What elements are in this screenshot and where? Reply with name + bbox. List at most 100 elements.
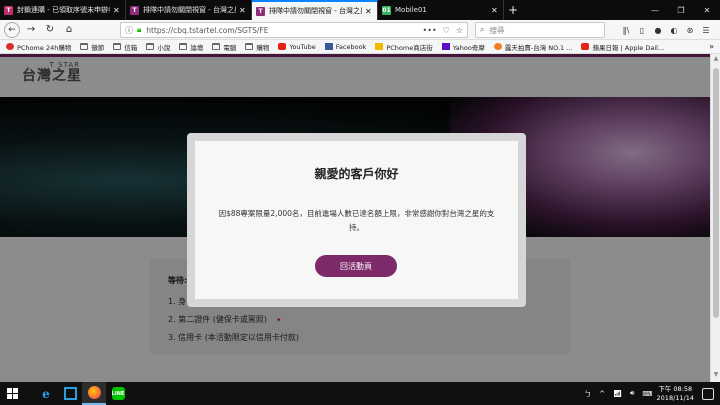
info-icon[interactable]: ⓘ bbox=[125, 25, 133, 36]
bookmark-label: Yahoo奇摩 bbox=[452, 43, 485, 52]
bookmark-item[interactable]: YouTube bbox=[278, 42, 316, 51]
new-tab-button[interactable]: + bbox=[504, 0, 522, 20]
bookmark-favicon-icon bbox=[375, 43, 384, 50]
bookmark-label: YouTube bbox=[289, 42, 316, 51]
search-icon: ⌕ bbox=[480, 25, 485, 34]
bookmark-label: 電腦 bbox=[223, 43, 237, 52]
back-to-event-button[interactable]: 回活動頁 bbox=[315, 255, 397, 277]
scrollbar-thumb[interactable] bbox=[713, 68, 719, 318]
search-placeholder: 搜尋 bbox=[489, 25, 505, 35]
url-text[interactable]: https://cbq.tstartel.com/SGTS/FE bbox=[146, 26, 416, 35]
bookmark-label: 露天拍賣-台灣 NO.1 ... bbox=[504, 43, 573, 52]
ime-indicator[interactable]: ㄅ bbox=[584, 389, 591, 399]
bookmark-item[interactable]: 蘋果日報 | Apple Dail... bbox=[581, 42, 664, 52]
bookmark-label: 購物 bbox=[256, 43, 270, 52]
tab-title: 排隊中請勿關閉視窗 - 台灣之星 bbox=[269, 7, 362, 15]
scroll-down-icon[interactable]: ▼ bbox=[711, 371, 720, 381]
tab-favicon-icon: T bbox=[4, 5, 13, 15]
folder-icon bbox=[80, 43, 89, 50]
tab-1[interactable]: T 封鎖連購 - 已領取序號未申辦者 ✕ bbox=[0, 0, 126, 20]
menu-icon[interactable]: ☰ bbox=[698, 26, 714, 35]
navigation-bar: ← → ↻ ⌂ ⓘ 🔒︎ https://cbq.tstartel.com/SG… bbox=[0, 20, 720, 40]
bookmark-label: 信箱 bbox=[124, 43, 138, 52]
library-icon[interactable]: ‖\ bbox=[618, 26, 634, 35]
tab-favicon-icon: 01 bbox=[382, 5, 391, 15]
firefox-icon[interactable] bbox=[82, 382, 106, 405]
bookmark-label: PChome 24h購物 bbox=[17, 43, 72, 52]
windows-taskbar: e LINE ㄅ ^ 📶︎ 🔊︎ ⌨︎ 下午 08:58 2018/11/14 bbox=[0, 382, 720, 405]
extension-icon[interactable]: ◐ bbox=[666, 26, 682, 35]
bookmark-label: PChome商店街 bbox=[386, 43, 433, 52]
modal-title: 親愛的客戶你好 bbox=[314, 167, 399, 181]
modal-message: 因$88專案限量2,000名，目前進場人數已達名額上限，非常感謝你對台灣之星的支… bbox=[218, 209, 495, 232]
lock-icon: 🔒︎ bbox=[137, 25, 142, 34]
minimize-icon[interactable]: — bbox=[642, 0, 668, 20]
bookmark-item[interactable]: 小說 bbox=[146, 42, 170, 52]
close-window-icon[interactable]: ✕ bbox=[694, 0, 720, 20]
close-icon[interactable]: ✕ bbox=[491, 6, 499, 15]
bookmark-favicon-icon bbox=[6, 43, 14, 50]
scrollbar[interactable]: ▲ ▼ bbox=[710, 54, 720, 382]
app-icon[interactable] bbox=[58, 382, 82, 405]
bookmark-favicon-icon bbox=[278, 43, 287, 50]
addon-icon[interactable]: ⊛ bbox=[682, 26, 698, 35]
tab-3-active[interactable]: T 排隊中請勿關閉視窗 - 台灣之星 ✕ bbox=[252, 0, 378, 20]
bookmark-item[interactable]: 論壇 bbox=[179, 42, 203, 52]
extension-icon[interactable]: ● bbox=[650, 26, 666, 35]
close-icon[interactable]: ✕ bbox=[239, 6, 247, 15]
bookmark-item[interactable]: PChome 24h購物 bbox=[6, 42, 71, 52]
window-controls: — ❐ ✕ bbox=[642, 0, 720, 20]
scroll-up-icon[interactable]: ▲ bbox=[711, 55, 720, 65]
bookmark-label: 黴節 bbox=[91, 43, 105, 52]
volume-icon[interactable]: 🔊︎ bbox=[630, 389, 634, 398]
input-method-icon[interactable]: ⌨︎ bbox=[642, 390, 652, 398]
bookmark-label: 蘋果日報 | Apple Dail... bbox=[592, 43, 665, 52]
bookmark-item[interactable]: 購物 bbox=[245, 42, 269, 52]
toolbar-icons: ‖\ ▯ ● ◐ ⊛ ☰ bbox=[618, 22, 714, 38]
back-icon[interactable]: ← bbox=[4, 21, 20, 38]
bookmark-item[interactable]: Yahoo奇摩 bbox=[441, 42, 485, 52]
line-icon[interactable]: LINE bbox=[106, 382, 130, 405]
clock-time: 下午 08:58 bbox=[658, 384, 693, 393]
url-bar[interactable]: ⓘ 🔒︎ https://cbq.tstartel.com/SGTS/FE ••… bbox=[120, 22, 468, 38]
search-box[interactable]: ⌕ 搜尋 bbox=[475, 22, 605, 38]
sidebar-icon[interactable]: ▯ bbox=[634, 26, 650, 35]
folder-icon bbox=[146, 43, 155, 50]
modal-body: 親愛的客戶你好 因$88專案限量2,000名，目前進場人數已達名額上限，非常感謝… bbox=[195, 141, 518, 299]
folder-icon bbox=[245, 43, 254, 50]
bookmark-item[interactable]: 電腦 bbox=[212, 42, 236, 52]
bookmark-item[interactable]: 露天拍賣-台灣 NO.1 ... bbox=[493, 42, 573, 52]
notification-icon[interactable] bbox=[702, 387, 714, 400]
tab-4[interactable]: 01 Mobile01 ✕ bbox=[378, 0, 504, 20]
bookmark-favicon-icon bbox=[493, 43, 502, 50]
clock-date: 2018/11/14 bbox=[656, 393, 694, 402]
start-button[interactable] bbox=[0, 382, 24, 405]
network-icon[interactable]: 📶︎ bbox=[613, 390, 622, 398]
bookmark-item[interactable]: 黴節 bbox=[80, 42, 104, 52]
bookmark-item[interactable]: Facebook bbox=[324, 43, 366, 51]
pocket-icon[interactable]: ♡ bbox=[443, 26, 450, 35]
system-tray: ㄅ ^ 📶︎ 🔊︎ ⌨︎ 下午 08:58 2018/11/14 bbox=[580, 382, 720, 405]
maximize-icon[interactable]: ❐ bbox=[668, 0, 694, 20]
more-bookmarks-icon[interactable]: » bbox=[709, 42, 714, 51]
internet-explorer-icon[interactable]: e bbox=[34, 382, 58, 405]
clock[interactable]: 下午 08:58 2018/11/14 bbox=[657, 385, 694, 403]
tab-title: 封鎖連購 - 已領取序號未申辦者 bbox=[17, 6, 110, 14]
bookmark-star-icon[interactable]: ☆ bbox=[456, 26, 463, 35]
folder-icon bbox=[113, 43, 122, 50]
folder-icon bbox=[179, 43, 188, 50]
bookmark-item[interactable]: PChome商店街 bbox=[375, 42, 433, 52]
close-icon[interactable]: ✕ bbox=[113, 6, 121, 15]
tab-2[interactable]: T 排隊中請勿關閉視窗 - 台灣之星 ✕ bbox=[126, 0, 252, 20]
page-actions-icon[interactable]: ••• bbox=[423, 26, 437, 35]
home-icon[interactable]: ⌂ bbox=[61, 22, 77, 38]
tray-expand-icon[interactable]: ^ bbox=[599, 390, 605, 398]
bookmark-item[interactable]: 信箱 bbox=[113, 42, 137, 52]
modal-dialog: 親愛的客戶你好 因$88專案限量2,000名，目前進場人數已達名額上限，非常感謝… bbox=[187, 133, 526, 307]
reload-icon[interactable]: ↻ bbox=[42, 22, 58, 38]
close-icon[interactable]: ✕ bbox=[365, 7, 373, 16]
forward-icon[interactable]: → bbox=[23, 22, 39, 38]
taskbar-spacer bbox=[24, 382, 34, 405]
bookmark-favicon-icon bbox=[581, 43, 590, 50]
tab-title: 排隊中請勿關閉視窗 - 台灣之星 bbox=[143, 6, 236, 14]
